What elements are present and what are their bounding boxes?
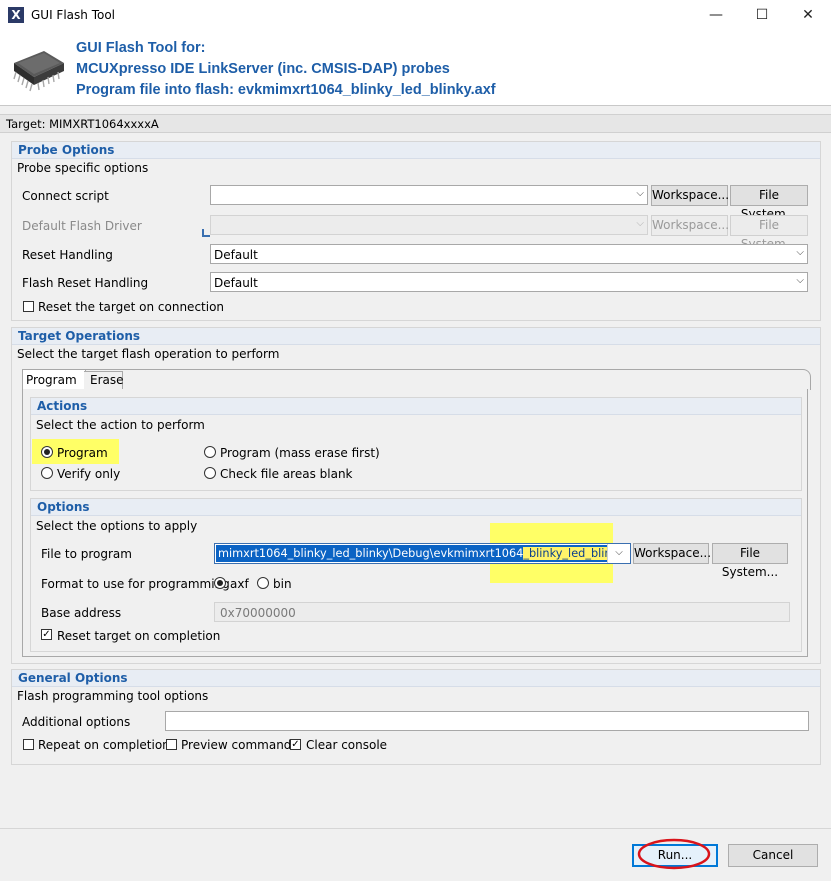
header-line-1: GUI Flash Tool for: (76, 40, 206, 56)
file-filesystem-button[interactable]: File System... (712, 543, 788, 579)
file-to-program-value-pre: mimxrt1064_blinky_led_blinky\Debug\evkmi… (218, 547, 524, 560)
chevron-down-icon: ⌵ (636, 218, 644, 229)
program-mass-erase-radio[interactable] (204, 446, 216, 458)
default-flash-driver-combo[interactable]: ⌵ (210, 215, 648, 235)
chevron-down-icon: ⌵ (636, 188, 644, 199)
window-title: GUI Flash Tool (31, 8, 116, 22)
flash-driver-workspace-button[interactable]: Workspace... (651, 215, 729, 236)
preview-checkbox[interactable] (166, 739, 177, 750)
maximize-icon[interactable]: ☐ (739, 0, 785, 31)
target-operations-title-bar: Target Operations (12, 328, 820, 345)
default-flash-driver-label: Default Flash Driver (22, 219, 142, 233)
options-title-bar: Options (31, 499, 801, 516)
actions-subtitle: Select the action to perform (36, 418, 205, 432)
footer-divider (0, 828, 831, 829)
tab-program-label: Program (26, 373, 77, 387)
actions-title: Actions (37, 399, 88, 413)
options-subtitle: Select the options to apply (36, 519, 198, 533)
run-annotation-ellipse (637, 838, 711, 870)
format-label: Format to use for programming (41, 577, 230, 591)
actions-title-bar: Actions (31, 398, 801, 415)
reset-handling-value: Default (214, 248, 258, 262)
reset-on-completion-label: Reset target on completion (57, 629, 221, 643)
file-to-program-label: File to program (41, 547, 132, 561)
format-bin-radio[interactable] (257, 577, 269, 589)
chevron-down-icon[interactable]: ⌵ (607, 544, 630, 563)
probe-options-title: Probe Options (18, 143, 115, 157)
general-options-title-bar: General Options (12, 670, 820, 687)
file-to-program-selection: mimxrt1064_blinky_led_blinky\Debug\evkmi… (216, 545, 630, 562)
reset-handling-label: Reset Handling (22, 248, 113, 262)
reset-handling-combo[interactable]: Default ⌵ (210, 244, 808, 264)
title-bar: X GUI Flash Tool — ☐ ✕ (0, 0, 831, 32)
cancel-button[interactable]: Cancel (728, 844, 818, 867)
file-workspace-button[interactable]: Workspace... (633, 543, 711, 564)
tab-erase[interactable]: Erase (84, 371, 124, 390)
probe-options-title-bar: Probe Options (12, 142, 820, 159)
reset-on-connection-checkbox[interactable] (23, 301, 34, 312)
tab-program[interactable]: Program (22, 369, 86, 391)
base-address-label: Base address (41, 606, 122, 620)
repeat-label: Repeat on completion (38, 738, 170, 752)
format-bin-label: bin (273, 577, 292, 591)
reset-on-completion-checkbox[interactable]: ✓ (41, 629, 52, 640)
program-mass-erase-label: Program (mass erase first) (220, 446, 380, 460)
program-radio[interactable] (41, 446, 53, 458)
check-blank-label: Check file areas blank (220, 467, 353, 481)
file-to-program-combo[interactable]: mimxrt1064_blinky_led_blinky\Debug\evkmi… (214, 543, 631, 564)
header-line-3: Program file into flash: evkmimxrt1064_b… (76, 82, 496, 98)
reset-on-connection-label: Reset the target on connection (38, 300, 225, 314)
connect-script-combo[interactable]: ⌵ (210, 185, 648, 205)
base-address-value: 0x70000000 (220, 606, 296, 620)
clear-console-checkbox[interactable]: ✓ (290, 739, 301, 750)
close-icon[interactable]: ✕ (785, 0, 831, 31)
decorator-icon (202, 229, 210, 237)
verify-only-radio[interactable] (41, 467, 53, 479)
format-axf-radio[interactable] (214, 577, 226, 589)
additional-options-input[interactable] (165, 711, 809, 731)
probe-options-subtitle: Probe specific options (17, 161, 149, 175)
chevron-down-icon: ⌵ (796, 247, 804, 258)
flash-reset-handling-combo[interactable]: Default ⌵ (210, 272, 808, 292)
flash-driver-filesystem-button[interactable]: File System... (730, 215, 808, 251)
tab-strip (22, 369, 811, 390)
chip-icon (13, 51, 64, 92)
general-options-title: General Options (18, 671, 128, 685)
base-address-field[interactable]: 0x70000000 (214, 602, 790, 622)
general-options-subtitle: Flash programming tool options (17, 689, 209, 703)
target-label: Target: MIMXRT1064xxxxA (6, 117, 159, 131)
clear-console-label: Clear console (306, 738, 388, 752)
target-operations-subtitle: Select the target flash operation to per… (17, 347, 280, 361)
connect-script-workspace-button[interactable]: Workspace... (651, 185, 729, 206)
minimize-icon[interactable]: — (693, 0, 739, 31)
tab-erase-label: Erase (90, 373, 124, 387)
additional-options-label: Additional options (22, 715, 131, 729)
chevron-down-icon: ⌵ (796, 275, 804, 286)
check-blank-radio[interactable] (204, 467, 216, 479)
header-line-2: MCUXpresso IDE LinkServer (inc. CMSIS-DA… (76, 61, 450, 77)
options-title: Options (37, 500, 90, 514)
preview-label: Preview command (181, 738, 292, 752)
dialog-header: GUI Flash Tool for: MCUXpresso IDE LinkS… (0, 31, 831, 106)
target-strip: Target: MIMXRT1064xxxxA (0, 114, 831, 133)
format-axf-label: axf (230, 577, 249, 591)
actions-group: Actions (30, 397, 802, 491)
flash-reset-handling-label: Flash Reset Handling (22, 276, 149, 290)
app-icon: X (8, 7, 24, 23)
target-operations-title: Target Operations (18, 329, 141, 343)
program-radio-label: Program (57, 446, 108, 460)
repeat-checkbox[interactable] (23, 739, 34, 750)
flash-reset-handling-value: Default (214, 276, 258, 290)
verify-only-label: Verify only (57, 467, 121, 481)
connect-script-label: Connect script (22, 189, 109, 203)
connect-script-filesystem-button[interactable]: File System... (730, 185, 808, 221)
